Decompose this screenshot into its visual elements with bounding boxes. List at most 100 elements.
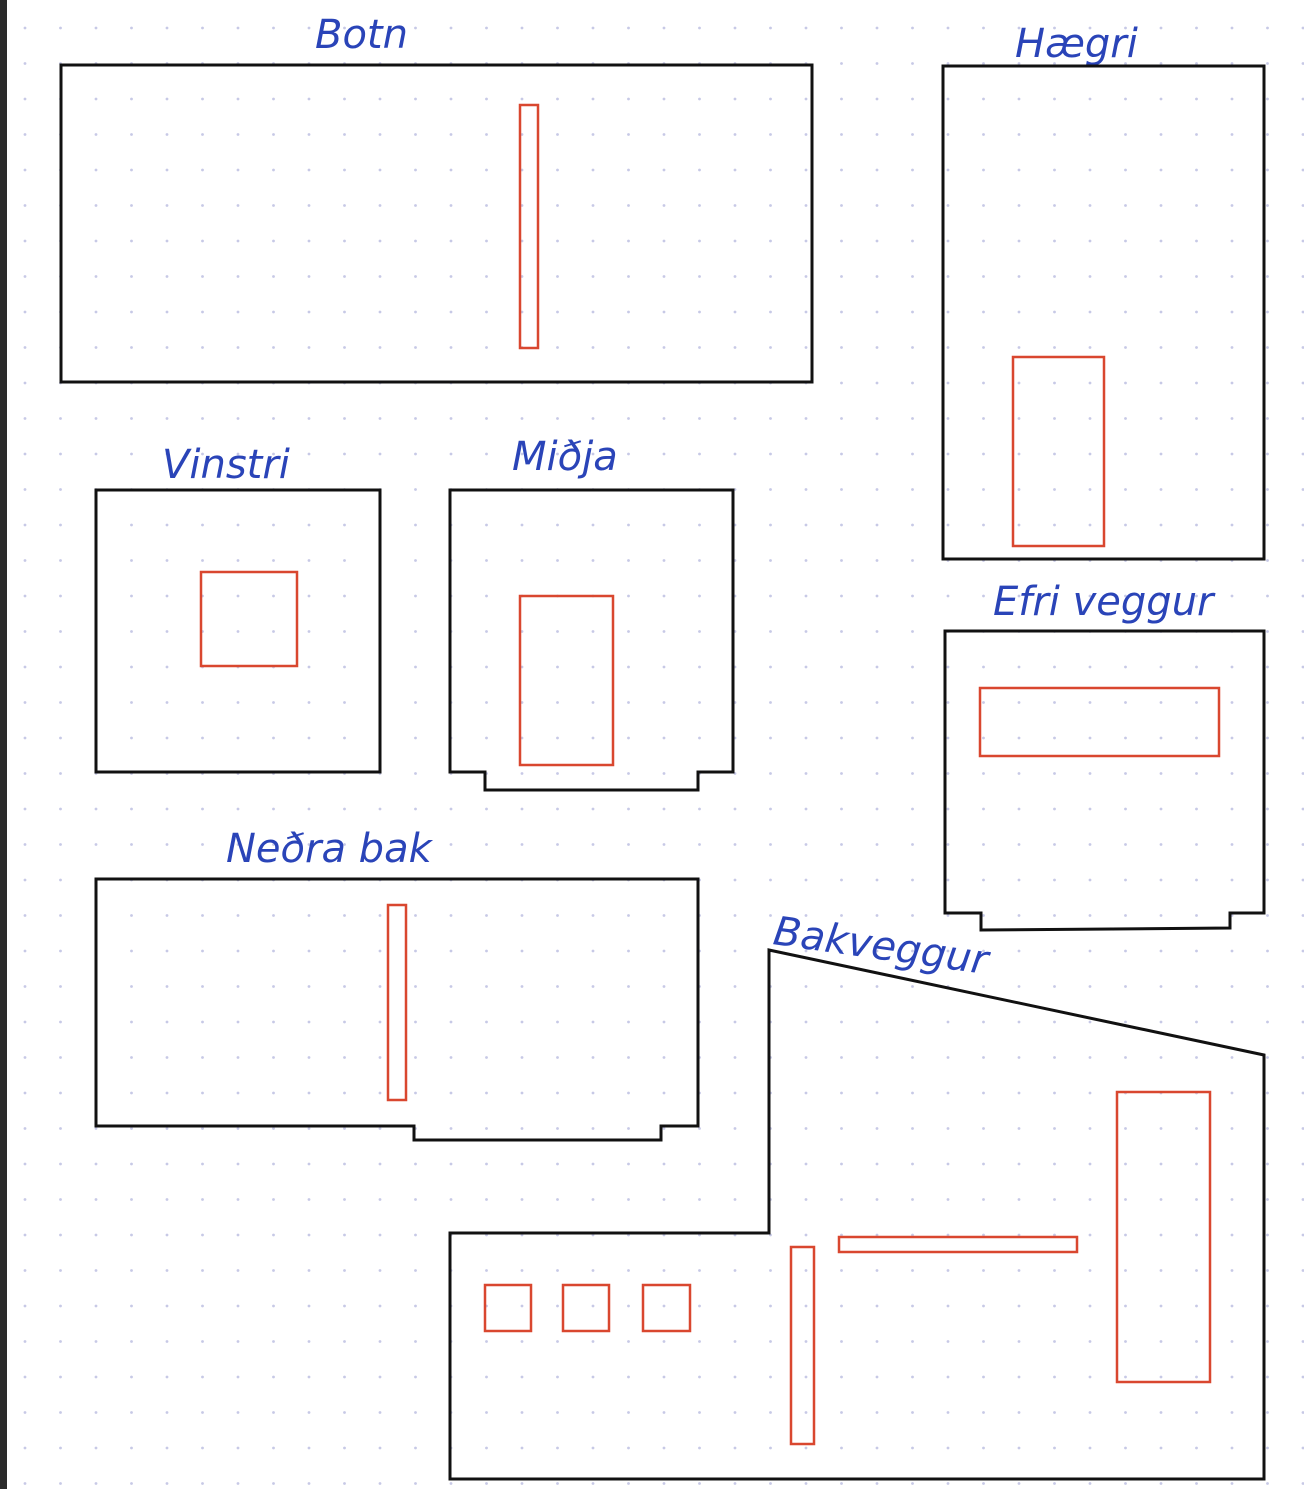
- grid-dot: [1230, 26, 1234, 30]
- grid-dot: [1266, 417, 1269, 420]
- grid-dot: [804, 488, 808, 491]
- grid-dot: [59, 1056, 62, 1059]
- grid-dot: [591, 310, 595, 314]
- grid-dot: [59, 701, 62, 704]
- grid-dot: [1159, 1375, 1163, 1379]
- grid-dot: [272, 1482, 275, 1485]
- grid-dot: [165, 1304, 169, 1308]
- grid-dot: [1195, 1269, 1198, 1272]
- grid-dot: [23, 1482, 27, 1485]
- grid-dot: [201, 133, 204, 136]
- grid-dot: [1017, 1269, 1021, 1272]
- grid-dot: [165, 417, 169, 420]
- grid-dot: [236, 1446, 240, 1450]
- grid-dot: [698, 701, 701, 704]
- grid-dot: [840, 97, 843, 101]
- grid-dot: [946, 1091, 950, 1095]
- grid-dot: [272, 239, 275, 243]
- grid-dot: [414, 594, 417, 598]
- grid-dot: [1088, 1269, 1092, 1272]
- grid-dot: [662, 843, 666, 846]
- grid-dot: [911, 62, 914, 65]
- grid-dot: [1266, 452, 1269, 456]
- grid-dot: [769, 1375, 772, 1379]
- grid-dot: [1017, 1162, 1021, 1166]
- grid-dot: [840, 523, 843, 527]
- grid-dot: [698, 1446, 701, 1450]
- grid-dot: [485, 1162, 488, 1166]
- grid-dot: [23, 665, 27, 669]
- grid-dot: [378, 914, 382, 917]
- grid-dot: [804, 1127, 808, 1130]
- grid-dot: [875, 1198, 879, 1201]
- grid-dot: [982, 701, 985, 704]
- grid-dot: [343, 452, 346, 456]
- grid-dot: [733, 985, 737, 988]
- grid-dot: [840, 630, 843, 633]
- grid-dot: [236, 26, 240, 30]
- grid-dot: [769, 665, 772, 669]
- grid-dot: [1124, 168, 1127, 172]
- grid-dot: [1266, 62, 1269, 65]
- grid-dot: [236, 168, 240, 172]
- grid-dot: [662, 985, 666, 988]
- grid-dot: [698, 1198, 701, 1201]
- grid-dot: [59, 1162, 62, 1166]
- grid-dot: [307, 26, 311, 30]
- grid-dot: [591, 1446, 595, 1450]
- grid-dot: [1124, 204, 1127, 207]
- grid-dot: [1124, 914, 1127, 917]
- grid-dot: [1124, 772, 1127, 775]
- grid-dot: [556, 701, 559, 704]
- grid-dot: [840, 275, 843, 278]
- grid-dot: [662, 346, 666, 349]
- grid-dot: [840, 1127, 843, 1130]
- grid-dot: [414, 1340, 417, 1343]
- grid-dot: [627, 275, 630, 278]
- grid-dot: [236, 346, 240, 349]
- grid-dot: [378, 1304, 382, 1308]
- grid-dot: [1230, 1198, 1234, 1201]
- grid-dot: [520, 1198, 524, 1201]
- grid-dot: [1088, 452, 1092, 456]
- grid-dot: [591, 417, 595, 420]
- grid-dot: [840, 1091, 843, 1095]
- grid-dot: [769, 1446, 772, 1450]
- grid-dot: [485, 1269, 488, 1272]
- grid-dot: [946, 310, 950, 314]
- grid-dot: [59, 417, 62, 420]
- grid-dot: [307, 1056, 311, 1059]
- grid-dot: [946, 665, 950, 669]
- grid-dot: [1266, 1446, 1269, 1450]
- grid-dot: [698, 452, 701, 456]
- grid-dot: [627, 559, 630, 562]
- grid-dot: [556, 1162, 559, 1166]
- grid-dot: [130, 630, 133, 633]
- grid-dot: [1230, 1091, 1234, 1095]
- grid-dot: [982, 878, 985, 882]
- grid-dot: [804, 452, 808, 456]
- grid-dot: [1266, 1020, 1269, 1024]
- grid-dot: [698, 1162, 701, 1166]
- grid-dot: [449, 168, 453, 172]
- grid-dot: [130, 310, 133, 314]
- grid-dot: [414, 275, 417, 278]
- grid-dot: [556, 772, 559, 775]
- grid-dot: [627, 985, 630, 988]
- grid-dot: [236, 275, 240, 278]
- grid-dot: [946, 878, 950, 882]
- grid-dot: [698, 807, 701, 811]
- grid-dot: [272, 949, 275, 953]
- grid-dot: [804, 985, 808, 988]
- grid-dot: [627, 1446, 630, 1450]
- grid-dot: [1017, 878, 1021, 882]
- grid-dot: [378, 1020, 382, 1024]
- grid-dot: [769, 239, 772, 243]
- grid-dot: [840, 772, 843, 775]
- grid-dot: [165, 736, 169, 740]
- grid-dot: [23, 1091, 27, 1095]
- grid-dot: [1124, 452, 1127, 456]
- grid-dot: [662, 417, 666, 420]
- grid-dot: [1266, 594, 1269, 598]
- grid-dot: [1124, 985, 1127, 988]
